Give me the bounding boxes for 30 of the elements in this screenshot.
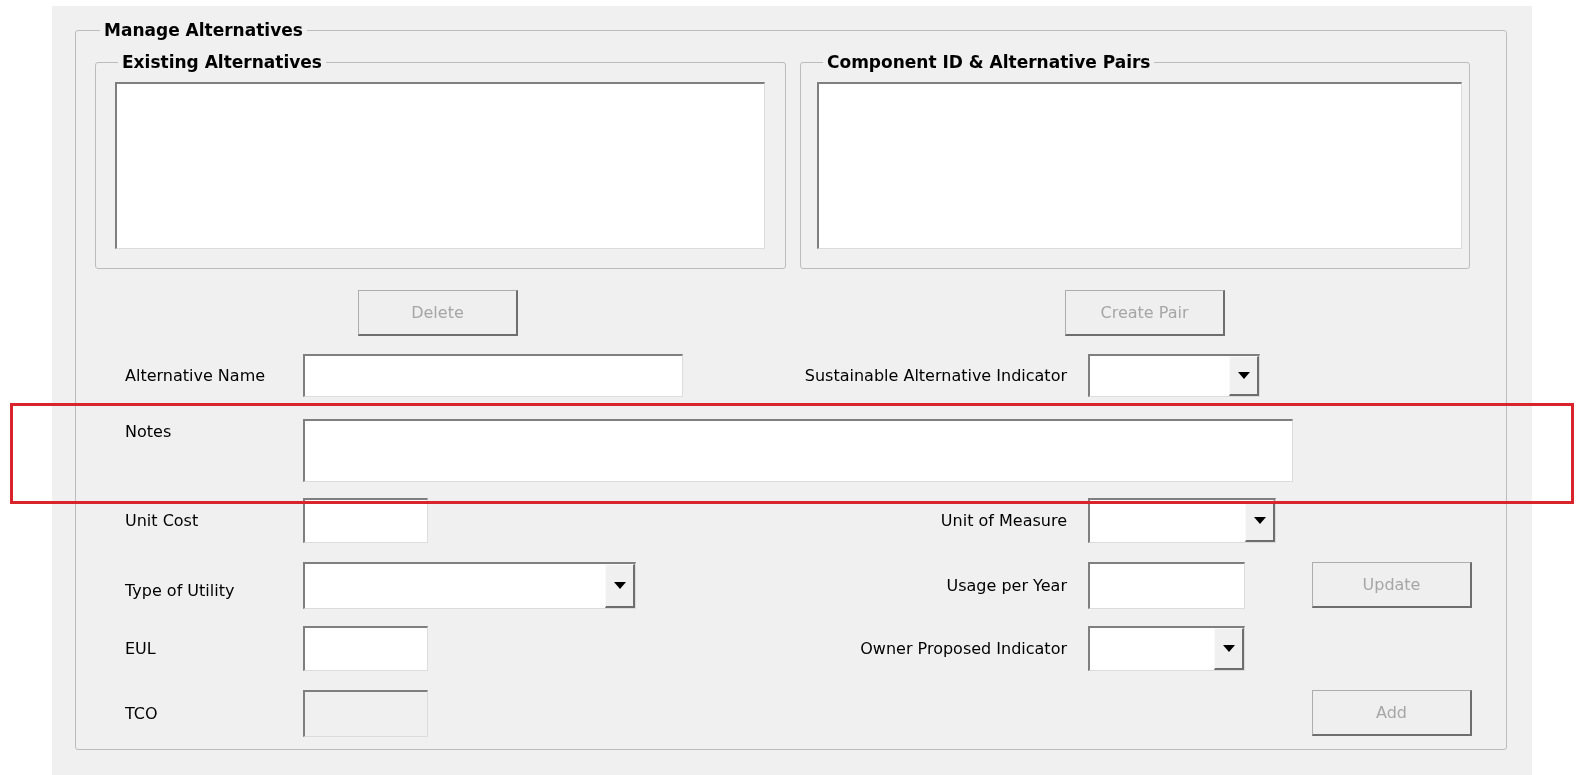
input-field[interactable] xyxy=(303,626,428,671)
dropdown-button[interactable] xyxy=(605,564,635,608)
dropdown-button[interactable] xyxy=(1245,500,1275,542)
group-title: Manage Alternatives xyxy=(103,19,304,41)
field-label: Alternative Name xyxy=(125,366,267,385)
field-label: Unit of Measure xyxy=(940,511,1067,530)
group-title: Existing Alternatives xyxy=(121,51,323,73)
field-label: Usage per Year xyxy=(946,576,1067,595)
field-label: TCO xyxy=(125,704,159,723)
field-label: Notes xyxy=(125,421,173,441)
dropdown-field[interactable] xyxy=(1088,354,1260,397)
text-area[interactable] xyxy=(303,419,1293,482)
dropdown-button[interactable] xyxy=(1214,628,1244,670)
field-label: Type of Utility xyxy=(125,580,236,600)
dropdown-field[interactable] xyxy=(1088,498,1276,543)
field-label: Sustainable Alternative Indicator xyxy=(804,366,1067,385)
caret-icon xyxy=(613,582,626,589)
input-field[interactable] xyxy=(303,354,683,397)
caret-icon xyxy=(1253,517,1266,524)
dropdown-field[interactable] xyxy=(1088,626,1245,671)
caret-icon xyxy=(1222,645,1235,652)
field-label: Owner Proposed Indicator xyxy=(860,639,1067,658)
input-field[interactable] xyxy=(1088,562,1245,609)
group-title: Component ID & Alternative Pairs xyxy=(826,51,1152,73)
dropdown-field[interactable] xyxy=(303,562,636,609)
field-label: Unit Cost xyxy=(125,511,200,530)
dropdown-button[interactable] xyxy=(1229,356,1259,396)
input-field[interactable] xyxy=(303,498,428,543)
field-label: EUL xyxy=(125,639,157,658)
caret-icon xyxy=(1237,372,1250,379)
